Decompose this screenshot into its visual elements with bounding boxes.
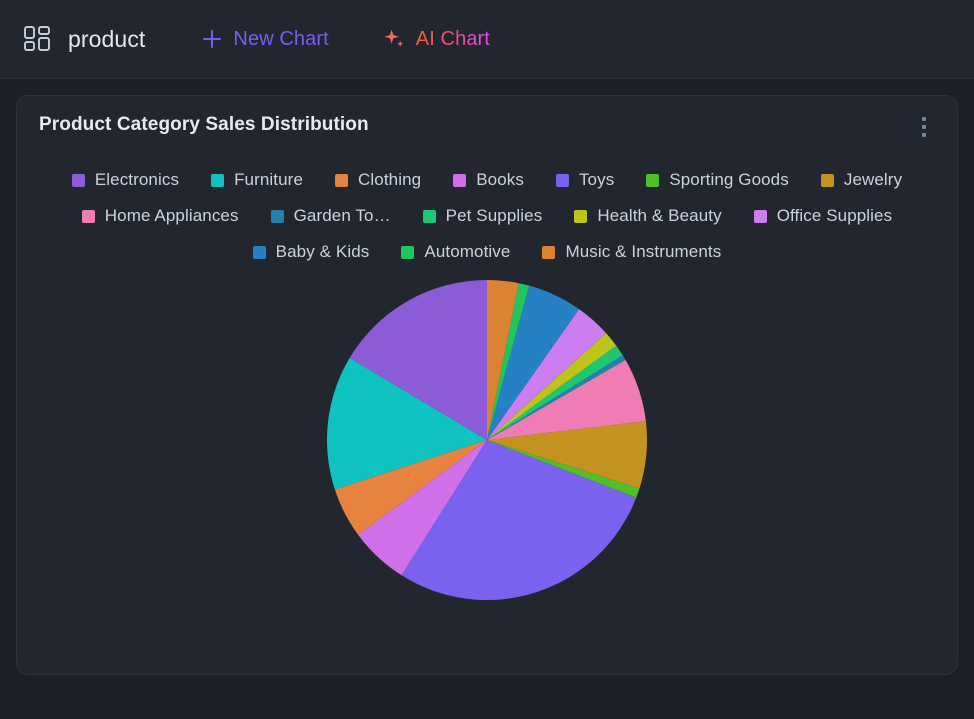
legend-item-label: Furniture — [234, 170, 304, 189]
legend-swatch-icon — [211, 173, 225, 187]
legend-item[interactable]: Automotive — [401, 234, 510, 270]
new-chart-label: New Chart — [233, 27, 329, 50]
legend-item[interactable]: Music & Instruments — [542, 234, 721, 270]
grid-dashboard-icon — [22, 24, 52, 54]
topbar-actions: New Chart AI Chart — [199, 24, 492, 55]
legend-swatch-icon — [81, 209, 95, 223]
legend-item[interactable]: Toys — [555, 162, 615, 198]
legend-item-label: Books — [476, 170, 524, 189]
legend-item-label: Health & Beauty — [597, 206, 722, 225]
legend-swatch-icon — [555, 173, 569, 187]
kebab-menu-icon[interactable] — [913, 114, 935, 140]
content-area: Product Category Sales Distribution Elec… — [0, 79, 974, 675]
legend-swatch-icon — [252, 245, 266, 259]
legend-item[interactable]: Office Supplies — [753, 198, 893, 234]
chart-legend: Electronics Furniture Clothing Books Toys Spo… — [37, 140, 937, 270]
sparkle-icon — [383, 28, 406, 51]
legend-item-label: Baby & Kids — [275, 242, 370, 261]
legend-item[interactable]: Pet Supplies — [422, 198, 543, 234]
kebab-dot — [922, 133, 926, 137]
plus-icon — [201, 28, 223, 50]
legend-item-label: Electronics — [94, 170, 180, 189]
legend-item-label: Clothing — [358, 170, 422, 189]
legend-swatch-icon — [453, 173, 467, 187]
legend-item[interactable]: Baby & Kids — [252, 234, 370, 270]
legend-item[interactable]: Home Appliances — [81, 198, 239, 234]
legend-item[interactable]: Sporting Goods — [646, 162, 789, 198]
legend-item-label: Automotive — [424, 242, 511, 261]
legend-item-label: Office Supplies — [776, 206, 893, 225]
legend-item[interactable]: Electronics — [71, 162, 180, 198]
kebab-dot — [922, 117, 926, 121]
legend-item-label: Home Appliances — [104, 206, 239, 225]
ai-chart-button[interactable]: AI Chart — [381, 24, 492, 55]
legend-item[interactable]: Clothing — [335, 162, 421, 198]
kebab-dot — [922, 125, 926, 129]
legend-swatch-icon — [270, 209, 284, 223]
legend-swatch-icon — [646, 173, 660, 187]
legend-item-label: Pet Supplies — [445, 206, 543, 225]
brand[interactable]: product — [22, 24, 145, 54]
legend-swatch-icon — [422, 209, 436, 223]
legend-swatch-icon — [335, 173, 349, 187]
legend-item[interactable]: Garden To… — [270, 198, 391, 234]
legend-item-label: Toys — [578, 170, 615, 189]
legend-swatch-icon — [574, 209, 588, 223]
legend-swatch-icon — [820, 173, 834, 187]
legend-item-label: Music & Instruments — [565, 242, 722, 261]
pie-chart-area — [17, 270, 957, 622]
page-title: Product Category Sales Distribution — [39, 114, 369, 135]
legend-swatch-icon — [542, 245, 556, 259]
ai-chart-label: AI Chart — [415, 27, 490, 50]
legend-swatch-icon — [401, 245, 415, 259]
legend-swatch-icon — [753, 209, 767, 223]
pie-chart[interactable] — [307, 270, 667, 610]
brand-name: product — [68, 25, 146, 52]
legend-item[interactable]: Furniture — [211, 162, 303, 198]
top-bar: product New Chart AI Chart — [0, 0, 974, 79]
legend-item[interactable]: Health & Beauty — [574, 198, 722, 234]
chart-card: Product Category Sales Distribution Elec… — [16, 95, 958, 675]
legend-item-label: Garden To… — [293, 206, 391, 225]
chart-card-header: Product Category Sales Distribution — [17, 96, 957, 140]
legend-item[interactable]: Books — [453, 162, 524, 198]
legend-item[interactable]: Jewelry — [820, 162, 903, 198]
new-chart-button[interactable]: New Chart — [199, 24, 330, 55]
legend-swatch-icon — [71, 173, 85, 187]
legend-item-label: Jewelry — [843, 170, 903, 189]
legend-item-label: Sporting Goods — [669, 170, 789, 189]
